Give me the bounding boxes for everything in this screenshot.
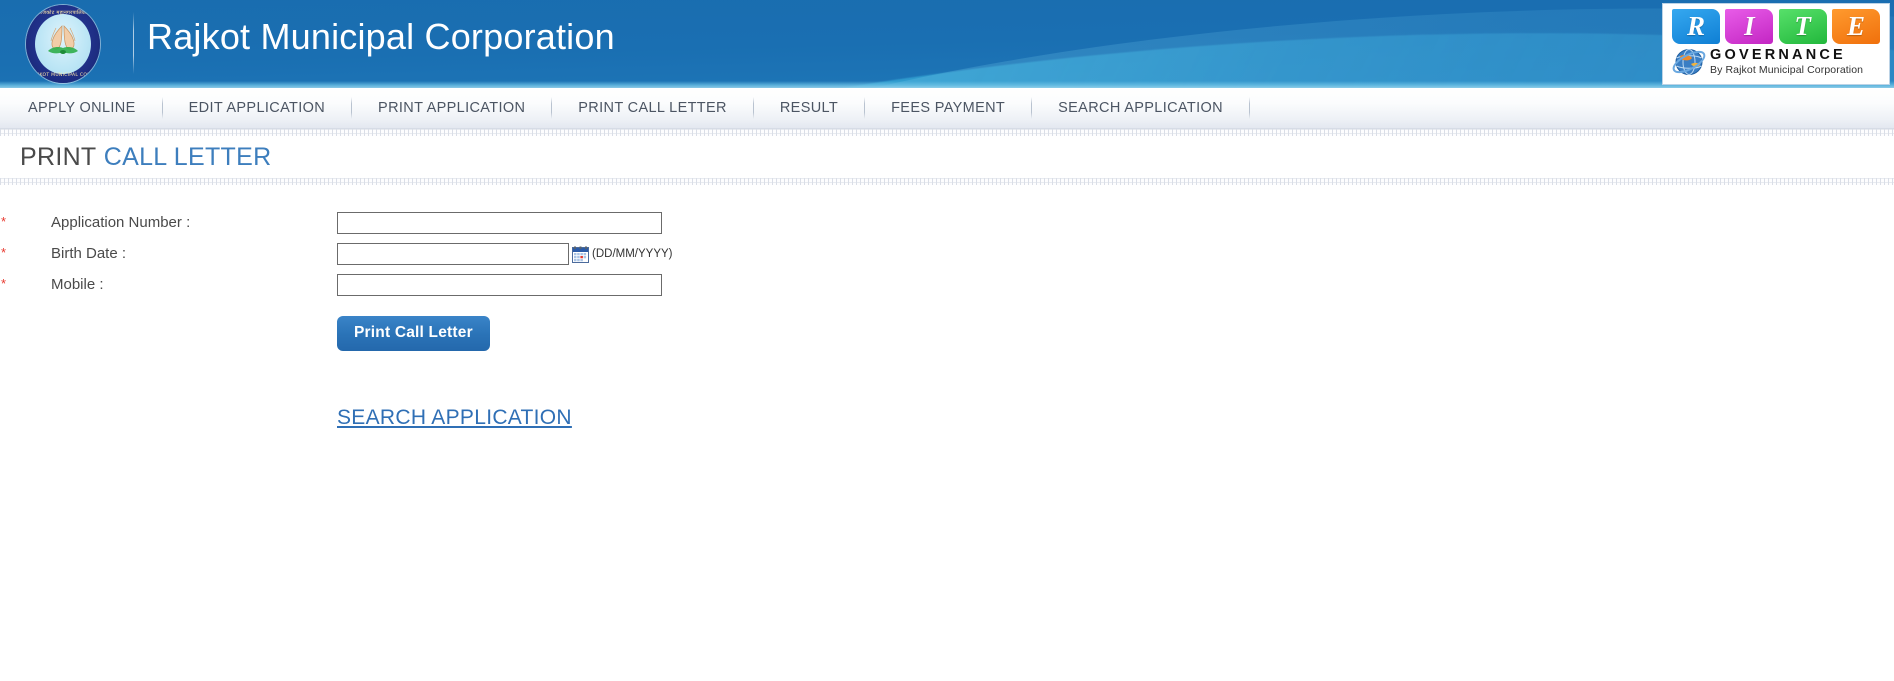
search-application-link[interactable]: SEARCH APPLICATION xyxy=(337,406,572,429)
print-call-letter-button[interactable]: Print Call Letter xyxy=(337,316,490,351)
nav-item-search-application[interactable]: SEARCH APPLICATION xyxy=(1032,88,1249,129)
page-title-part-1: PRINT xyxy=(20,142,97,171)
mobile-input[interactable] xyxy=(337,273,662,296)
main-content: * Application Number : * Birth Date : (D… xyxy=(0,207,1894,677)
page-title-row: PRINT CALL LETTER xyxy=(0,136,1894,178)
spacer-cell xyxy=(0,300,15,351)
site-title: Rajkot Municipal Corporation xyxy=(147,16,615,57)
rite-governance-text: GOVERNANCE xyxy=(1710,47,1846,63)
required-marker-cell: * xyxy=(0,238,15,269)
birth-date-label: Birth Date : xyxy=(51,244,127,262)
label-cell: Mobile : xyxy=(15,269,337,300)
nav-item-print-call-letter[interactable]: PRINT CALL LETTER xyxy=(552,88,753,129)
emblem-hands-icon xyxy=(48,25,78,54)
emblem-ring: राजकोट महानगरपालिका RAJKOT MUNICIPAL COR… xyxy=(26,5,100,83)
form-row-submit: Print Call Letter xyxy=(0,300,673,351)
required-asterisk: * xyxy=(1,214,7,229)
rite-flag-e: E xyxy=(1831,8,1880,44)
calendar-icon[interactable] xyxy=(572,246,589,263)
rmc-emblem-logo: राजकोट महानगरपालिका RAJKOT MUNICIPAL COR… xyxy=(26,3,100,83)
label-cell: Birth Date : xyxy=(15,238,337,269)
rite-logo-bottom: GOVERNANCE By Rajkot Municipal Corporati… xyxy=(1668,45,1884,83)
header-divider xyxy=(133,12,134,74)
rite-letter-t: T xyxy=(1794,10,1811,41)
birth-date-format-hint: (DD/MM/YYYY) xyxy=(592,248,673,261)
main-navigation: APPLY ONLINE EDIT APPLICATION PRINT APPL… xyxy=(0,88,1894,129)
page-title-part-2: CALL LETTER xyxy=(103,142,272,171)
rite-flag-i: I xyxy=(1725,8,1774,44)
spacer-cell xyxy=(15,300,337,351)
search-link-cell: SEARCH APPLICATION xyxy=(337,351,673,430)
page-title: PRINT CALL LETTER xyxy=(20,143,271,172)
rite-letter-flags: R I T E xyxy=(1668,7,1884,45)
globe-icon xyxy=(1672,49,1706,75)
title-bottom-divider xyxy=(0,178,1894,185)
required-asterisk: * xyxy=(1,276,7,291)
site-header: राजकोट महानगरपालिका RAJKOT MUNICIPAL COR… xyxy=(0,0,1894,88)
nav-separator xyxy=(1248,97,1250,119)
mobile-label: Mobile : xyxy=(51,275,104,293)
form-row-birth-date: * Birth Date : (DD/MM/YYYY) xyxy=(0,238,673,269)
emblem-text-top: राजकोट महानगरपालिका xyxy=(38,10,88,16)
required-marker-cell: * xyxy=(0,207,15,238)
rite-letter-r: R xyxy=(1686,10,1705,41)
rite-flag-r: R xyxy=(1672,8,1720,44)
application-number-label: Application Number : xyxy=(51,213,191,231)
emblem-text-bottom: RAJKOT MUNICIPAL CORP. xyxy=(31,73,95,78)
rite-subtitle-text: By Rajkot Municipal Corporation xyxy=(1710,64,1864,76)
input-cell xyxy=(337,269,673,300)
spacer-cell xyxy=(0,351,15,430)
form-row-application-number: * Application Number : xyxy=(0,207,673,238)
nav-item-edit-application[interactable]: EDIT APPLICATION xyxy=(163,88,351,129)
required-marker-cell: * xyxy=(0,269,15,300)
form-row-search-link: SEARCH APPLICATION xyxy=(0,351,673,430)
required-asterisk: * xyxy=(1,245,7,260)
rite-governance-logo: R I T E GOVERNANCE By Rajkot Municipal C… xyxy=(1662,3,1890,85)
nav-item-result[interactable]: RESULT xyxy=(754,88,864,129)
rite-flag-t: T xyxy=(1778,8,1827,44)
submit-cell: Print Call Letter xyxy=(337,300,673,351)
print-call-letter-form: * Application Number : * Birth Date : (D… xyxy=(0,207,673,430)
application-number-input[interactable] xyxy=(337,211,662,234)
label-cell: Application Number : xyxy=(15,207,337,238)
nav-item-apply-online[interactable]: APPLY ONLINE xyxy=(2,88,162,129)
rite-letter-e: E xyxy=(1846,10,1865,41)
input-cell xyxy=(337,207,673,238)
title-top-divider xyxy=(0,129,1894,136)
rite-letter-i: I xyxy=(1744,10,1755,41)
nav-item-print-application[interactable]: PRINT APPLICATION xyxy=(352,88,551,129)
nav-item-fees-payment[interactable]: FEES PAYMENT xyxy=(865,88,1031,129)
birth-date-input[interactable] xyxy=(337,242,569,265)
input-cell: (DD/MM/YYYY) xyxy=(337,238,673,269)
form-row-mobile: * Mobile : xyxy=(0,269,673,300)
spacer-cell xyxy=(15,351,337,430)
